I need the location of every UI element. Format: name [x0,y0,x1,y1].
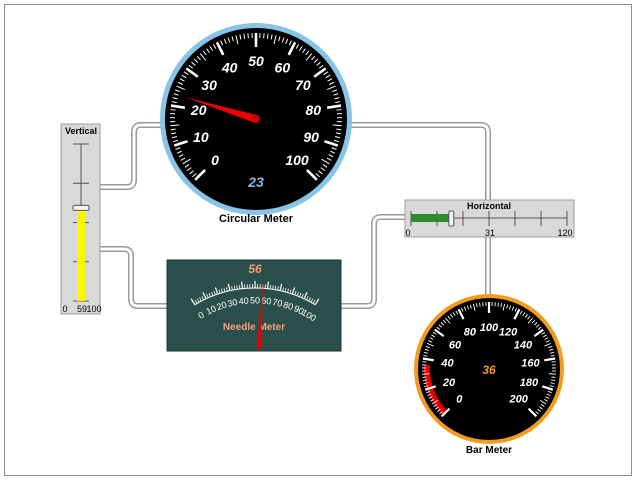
minor-tick [336,128,342,131]
canvas: 0 10 20 30 40 50 60 70 80 90 100 23 Circular Meter… [0,0,640,484]
needle-meter[interactable]: 56 0102030 40 50 60 708090100 Needle Meter [166,259,342,352]
bar-meter-tick-label: 80 [464,327,477,339]
circular-meter-tick-label: 60 [275,59,291,75]
minor-tick [332,124,342,127]
circular-meter-tick-label: 20 [190,102,207,118]
circular-meter-hub [252,115,260,123]
minor-tick [336,109,342,111]
horizontal-slider-thumb[interactable] [448,210,455,227]
horizontal-slider-title: Horizontal [467,201,511,211]
minor-tick [170,109,176,111]
minor-tick [422,373,430,375]
minor-tick [243,33,246,39]
bar-meter[interactable]: 020 40 6080 100 120140 160 180 200 36 [414,294,564,444]
circular-meter-tick-label: 50 [248,53,264,69]
horizontal-slider-min-label: 0 [405,228,410,238]
minor-tick [269,284,272,290]
minor-tick [548,373,556,375]
bar-meter-tick-label: 20 [442,377,456,389]
bar-meter-tick-label: 160 [521,357,540,369]
minor-tick [422,376,427,378]
pipe-vertical-to-circular [100,123,168,189]
bar-meter-tick-label: 100 [480,322,499,334]
circular-meter-tick-label: 90 [303,129,319,145]
vertical-slider-thumb[interactable] [72,204,90,211]
pipe-needle-to-horizontal [341,215,406,308]
bar-meter-tick-label: 180 [520,377,539,389]
vertical-slider-max-label: 100 [86,304,101,314]
minor-tick [479,302,481,307]
bar-meter-tick-label: 0 [456,394,463,406]
needle-meter-tick-label: 70 [272,297,284,309]
instrument-diagram: 010203040 50 60708090100 23 Circular Meter… [60,23,575,456]
needle-meter-tick-label: 50 [250,295,260,305]
needle-meter-readout: 56 [248,262,262,276]
major-tick [241,281,243,289]
circular-meter-readout: 23 [247,174,264,190]
vertical-slider-fill [77,208,85,301]
bar-meter-tick-label: 200 [509,394,529,406]
needle-meter-tick-label: 40 [238,295,249,306]
bar-meter-caption: Bar Meter [466,445,512,456]
circular-meter[interactable]: 010 20 3040 50 6070 80 90 100 23 [160,23,352,215]
horizontal-slider[interactable]: Horizontal 0 31 120 [404,199,575,238]
bar-meter-tick-label: 60 [449,339,462,351]
minor-tick [551,376,556,378]
vertical-slider[interactable]: Vertical 0 59 100 [60,123,102,315]
horizontal-slider-max-label: 120 [557,228,572,238]
circular-meter-tick-label: 10 [193,129,209,145]
needle-meter-caption: Needle Meter [223,322,285,333]
vertical-slider-min-label: 0 [62,304,67,314]
minor-tick [170,128,176,131]
circular-meter-tick-label: 30 [201,77,217,93]
minor-tick [170,124,180,127]
bar-meter-tick-label: 140 [514,339,533,351]
circular-meter-tick-label: 80 [305,102,321,118]
minor-tick [497,302,499,307]
needle-meter-tick-label: 30 [227,297,239,309]
vertical-slider-title: Vertical [65,126,97,136]
minor-tick [266,33,269,39]
circular-meter-tick-label: 0 [211,152,219,168]
pipe-vertical-to-needle-outline [100,246,167,309]
circular-meter-caption: Circular Meter [219,213,294,225]
bar-meter-readout: 36 [482,363,496,377]
bar-meter-tick-label: 120 [499,327,518,339]
bar-meter-tick-label: 40 [440,357,454,369]
horizontal-slider-value-label: 31 [485,228,495,238]
minor-tick [238,284,241,290]
circular-meter-tick-label: 70 [295,77,311,93]
circular-meter-tick-label: 40 [221,59,238,75]
major-tick [267,281,269,289]
circular-meter-tick-label: 100 [285,152,309,168]
horizontal-slider-fill [411,214,452,222]
